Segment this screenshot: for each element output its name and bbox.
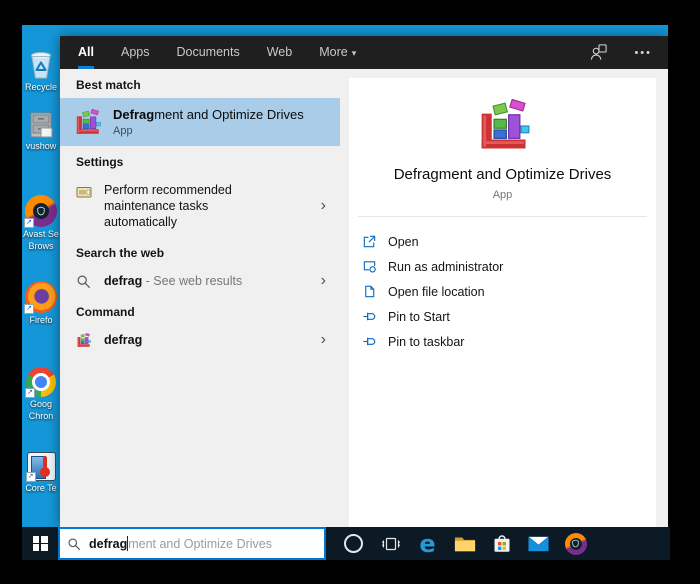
result-web-defrag[interactable]: defrag - See web results › [60,266,340,296]
avast-secure-browser-icon: ↗ [24,195,57,228]
section-header-settings: Settings [76,155,124,169]
shortcut-arrow-icon: ↗ [25,388,35,398]
run-admin-icon [362,259,377,274]
avast-browser-button[interactable] [557,527,594,560]
tab-all[interactable]: All [78,36,94,69]
section-header-search-web: Search the web [76,246,165,260]
chrome-icon: ↗ [25,367,56,398]
action-open[interactable]: Open [362,229,656,254]
file-location-icon [362,284,377,299]
screenshot-frame: Recycle vushow ↗ Avast Se Brows ↗ Firefo [0,0,700,584]
shortcut-arrow-icon: ↗ [24,304,34,314]
result-title: Perform recommended maintenance tasks au… [104,183,232,229]
result-subtitle: App [113,125,133,137]
desktop-icon-label: Chron [28,411,54,421]
shortcut-arrow-icon: ↗ [25,472,36,482]
action-pin-to-start[interactable]: Pin to Start [362,304,656,329]
search-flyout: All Apps Documents Web More ▾ ••• Best ma… [60,36,668,527]
search-icon [67,537,81,551]
more-options-icon[interactable]: ••• [634,47,652,59]
defrag-app-icon-large [476,99,530,153]
desktop-icon-label: Recycle [24,82,57,92]
tab-apps[interactable]: Apps [121,36,150,69]
tab-web[interactable]: Web [267,36,292,69]
action-list: Open Run as administrator Open file loca… [349,217,656,354]
file-explorer-button[interactable] [446,527,483,560]
result-settings-maintenance[interactable]: Perform recommended maintenance tasks au… [60,175,340,237]
search-icon [76,274,91,289]
file-explorer-icon [454,535,476,552]
defrag-command-icon [76,333,91,348]
firefox-icon: ↗ [24,281,57,314]
action-pin-to-taskbar[interactable]: Pin to taskbar [362,329,656,354]
desktop-icon-label: Brows [28,241,54,251]
pin-taskbar-icon [362,334,377,349]
desktop-icon-label: Goog [29,399,53,409]
desktop: Recycle vushow ↗ Avast Se Brows ↗ Firefo [22,25,668,527]
result-title: defrag - See web results [104,274,243,288]
edge-icon: e [419,529,436,558]
maintenance-icon [76,184,92,200]
desktop-icon-label: Core Te [25,483,57,493]
section-header-command: Command [76,305,135,319]
result-detail-pane: Defragment and Optimize Drives App Open … [340,69,668,527]
microsoft-store-icon [492,534,512,553]
task-view-icon [381,536,401,552]
chevron-down-icon: ▾ [351,48,357,58]
desktop-icon-label: Firefo [29,315,53,325]
tab-documents[interactable]: Documents [176,36,239,69]
desktop-icon-chrome[interactable]: ↗ Goog Chron [22,367,60,421]
taskbar-search-input[interactable]: defrag ment and Optimize Drives [58,527,326,560]
mail-button[interactable] [520,527,557,560]
edge-button[interactable]: e [409,527,446,560]
search-filter-bar: All Apps Documents Web More ▾ ••• [60,36,668,69]
desktop-icon-label: Avast Se [23,229,59,239]
recycle-bin-icon [27,50,55,80]
desktop-icon-firefox[interactable]: ↗ Firefo [22,281,60,325]
defrag-app-icon [74,109,101,136]
result-command-defrag[interactable]: defrag › [60,325,340,355]
detail-title: Defragment and Optimize Drives [393,166,612,183]
desktop-icon-recycle-bin[interactable]: Recycle [22,50,60,92]
mail-icon [528,536,549,552]
result-title: Defragment and Optimize Drives [113,107,304,122]
action-run-as-administrator[interactable]: Run as administrator [362,254,656,279]
desktop-icon-label: vushow [25,141,57,151]
chevron-right-icon: › [320,331,326,348]
detail-subtitle: App [492,189,513,201]
shortcut-arrow-icon: ↗ [24,218,34,228]
search-suggestion-text: ment and Optimize Drives [128,536,273,551]
open-icon [362,234,377,249]
result-title: defrag [104,333,143,347]
core-temp-icon: ↗ [25,452,56,482]
action-open-file-location[interactable]: Open file location [362,279,656,304]
desktop-icon-vushow[interactable]: vushow [22,111,60,151]
taskbar: defrag ment and Optimize Drives e [22,527,670,560]
archive-cabinet-icon [28,111,54,139]
search-results-list: Best match Defragment and Optimize Drive… [60,69,340,527]
account-icon[interactable] [589,43,608,62]
cortana-icon [344,534,363,553]
desktop-icon-avast-browser[interactable]: ↗ Avast Se Brows [22,195,60,251]
pin-start-icon [362,309,377,324]
start-button[interactable] [22,527,58,560]
chevron-right-icon: › [320,197,326,214]
result-best-match-defrag[interactable]: Defragment and Optimize Drives App [60,98,340,146]
windows-logo-icon [32,536,48,551]
avast-browser-icon [564,532,587,555]
task-view-button[interactable] [372,527,409,560]
section-header-best-match: Best match [76,78,141,92]
search-typed-text: defrag [89,536,128,551]
desktop-icon-core-temp[interactable]: ↗ Core Te [22,452,60,493]
microsoft-store-button[interactable] [483,527,520,560]
chevron-right-icon: › [320,272,326,289]
cortana-button[interactable] [335,527,372,560]
tab-more[interactable]: More ▾ [319,36,356,69]
